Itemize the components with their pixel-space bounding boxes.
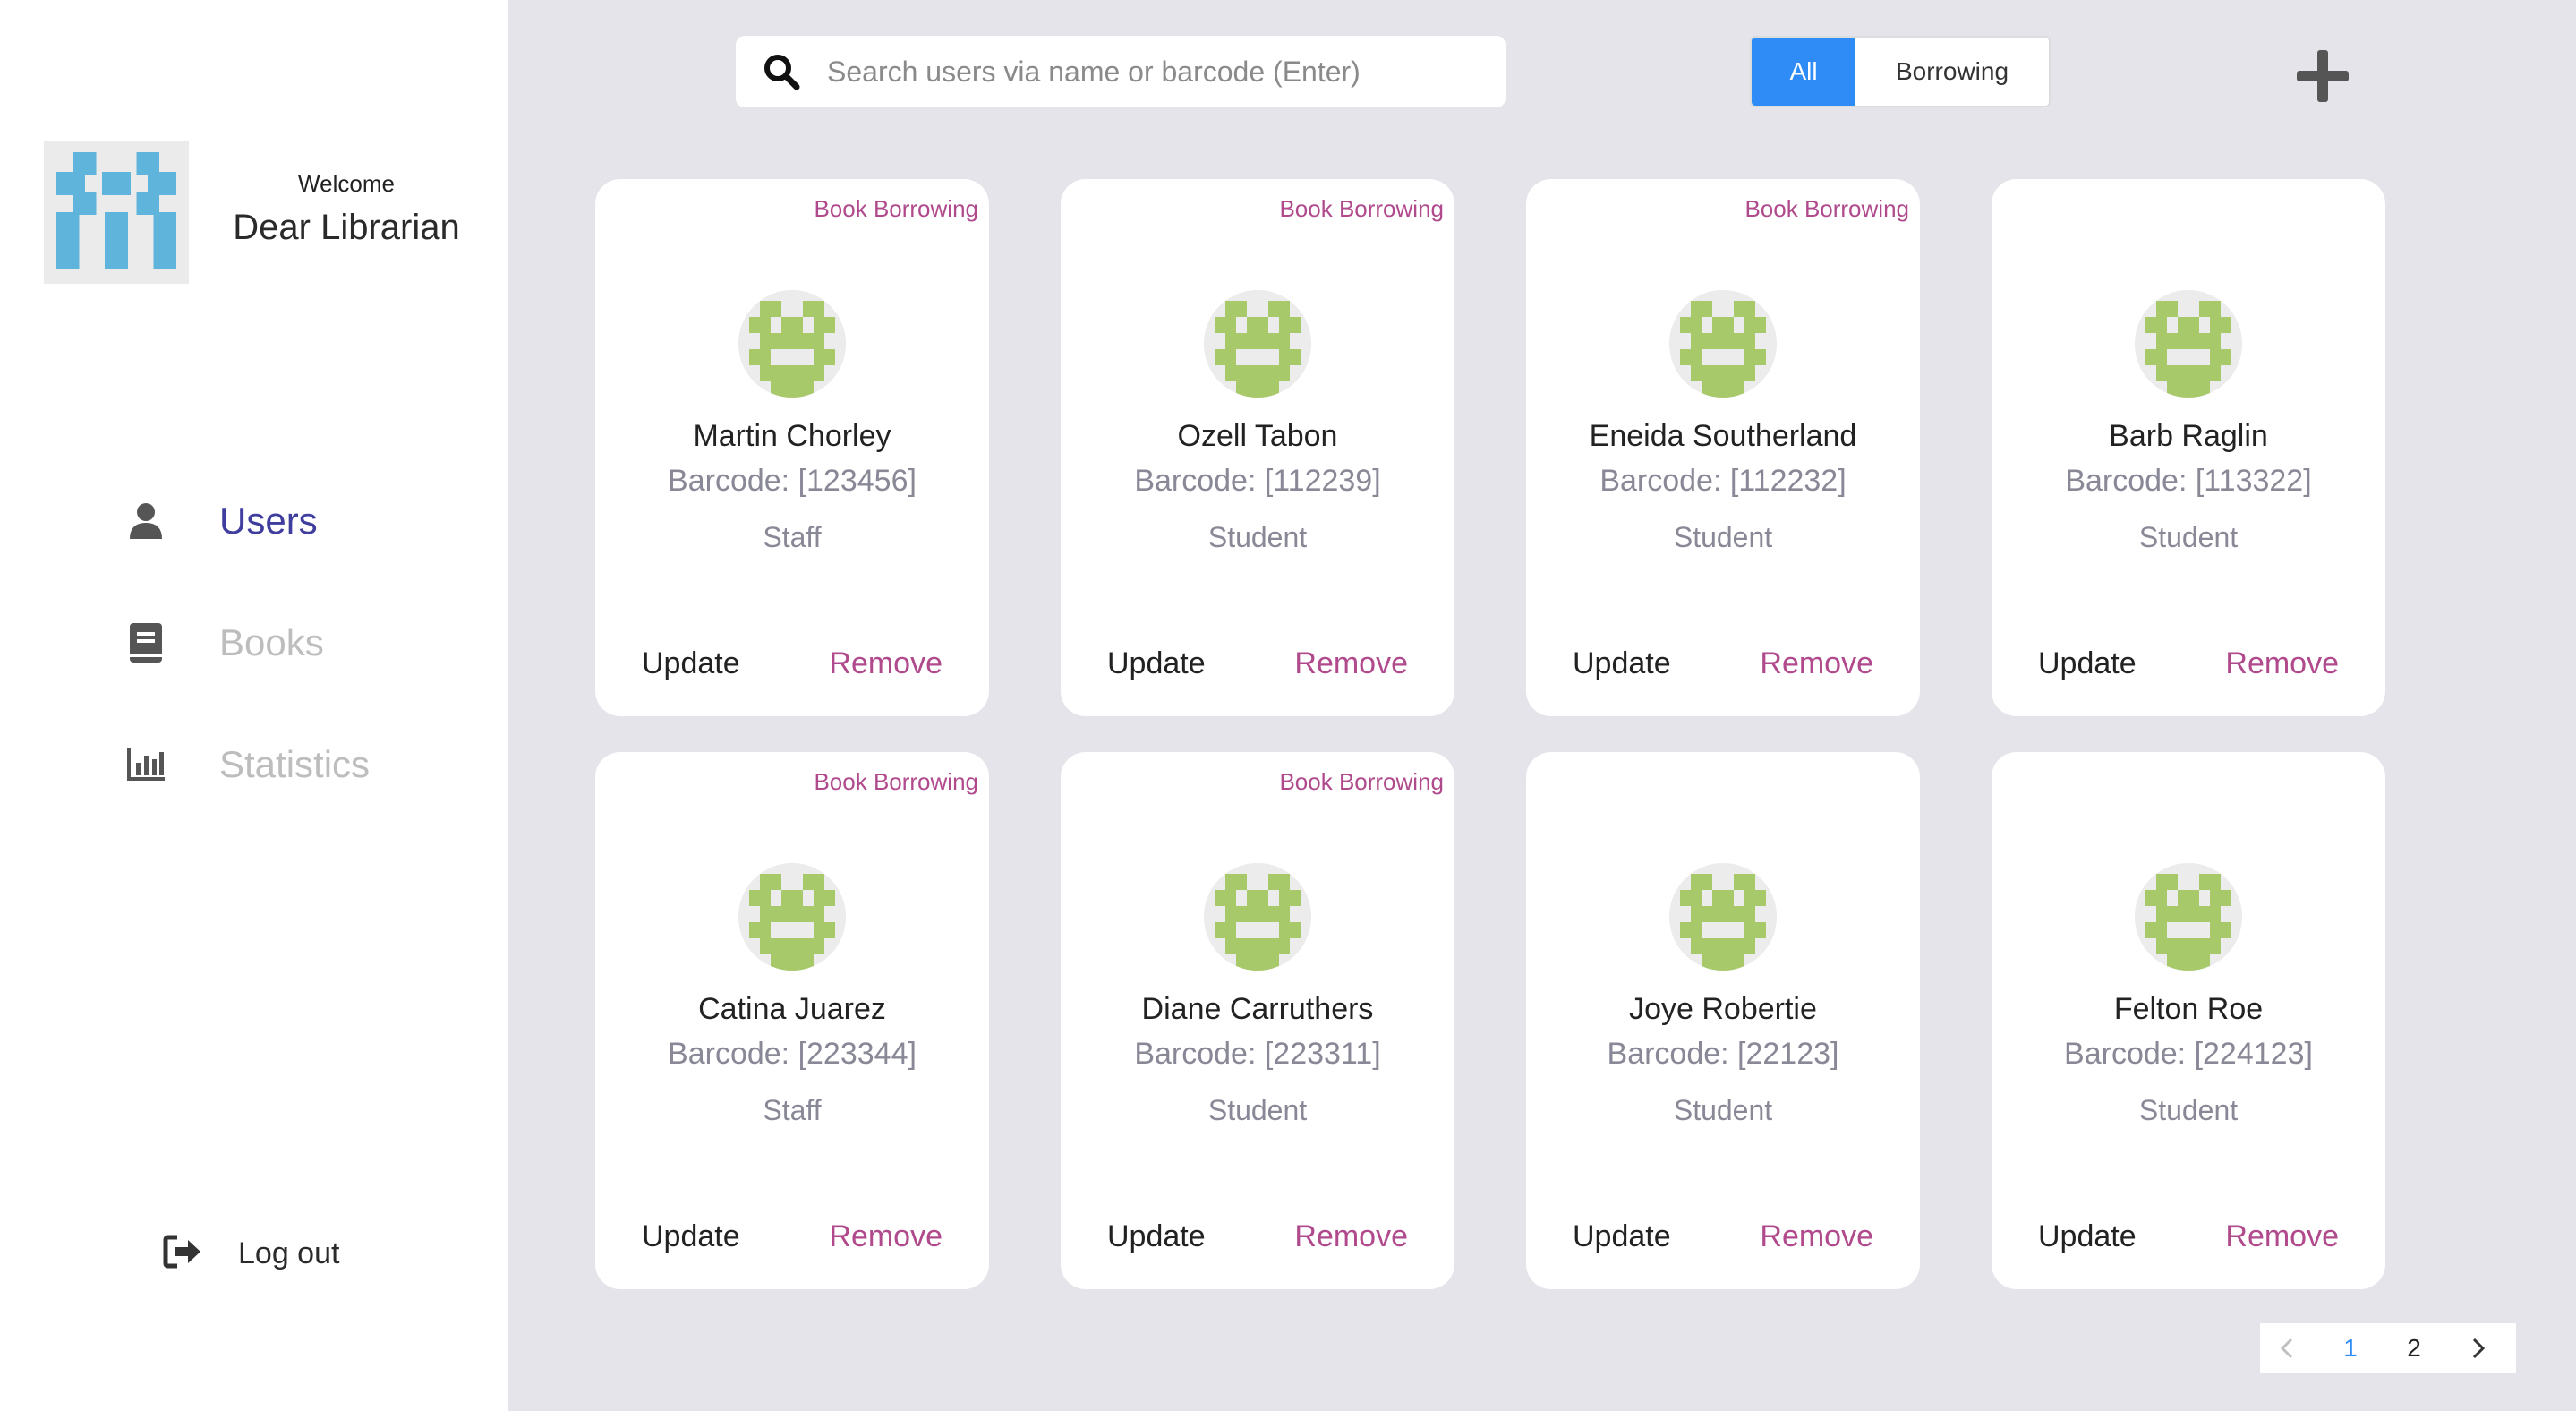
filter-borrowing-button[interactable]: Borrowing bbox=[1855, 38, 2049, 106]
update-button[interactable]: Update bbox=[1107, 1219, 1206, 1254]
bar-chart-icon bbox=[125, 744, 166, 785]
search-icon[interactable] bbox=[761, 51, 802, 92]
user-name: Martin Chorley bbox=[693, 419, 891, 453]
remove-button[interactable]: Remove bbox=[2225, 646, 2339, 681]
logout-icon bbox=[163, 1235, 202, 1273]
update-button[interactable]: Update bbox=[642, 646, 740, 681]
update-button[interactable]: Update bbox=[1107, 646, 1206, 681]
remove-button[interactable]: Remove bbox=[2225, 1219, 2339, 1254]
sidebar-item-label: Users bbox=[219, 500, 318, 542]
borrowing-badge: Book Borrowing bbox=[814, 768, 978, 795]
chevron-left-icon[interactable] bbox=[2260, 1323, 2314, 1373]
sidebar-item-users[interactable]: Users bbox=[125, 494, 465, 548]
user-name: Felton Roe bbox=[2113, 992, 2264, 1026]
update-button[interactable]: Update bbox=[2038, 646, 2137, 681]
remove-button[interactable]: Remove bbox=[1760, 646, 1873, 681]
user-avatar bbox=[1669, 290, 1777, 398]
user-name: Ozell Tabon bbox=[1177, 419, 1338, 453]
update-button[interactable]: Update bbox=[2038, 1219, 2137, 1254]
user-role: Student bbox=[1673, 521, 1773, 553]
user-card: Book Borrowing Martin Chorley Barcode: [12… bbox=[595, 179, 989, 716]
user-card: Book Borrowing Diane Carruthers Barcode: [… bbox=[1061, 752, 1454, 1289]
pagination: 1 2 bbox=[2260, 1323, 2516, 1373]
user-card: Book Borrowing Eneida Southerland Barcode:… bbox=[1526, 179, 1920, 716]
user-role: Student bbox=[2138, 1094, 2239, 1126]
user-avatar bbox=[1204, 863, 1311, 971]
update-button[interactable]: Update bbox=[1573, 1219, 1671, 1254]
user-barcode: Barcode: [223311] bbox=[1134, 1037, 1381, 1071]
user-role: Staff bbox=[763, 1094, 822, 1126]
user-name: Dear Librarian bbox=[233, 208, 460, 247]
remove-button[interactable]: Remove bbox=[829, 1219, 943, 1254]
page-2-button[interactable]: 2 bbox=[2387, 1323, 2441, 1373]
page-1-button[interactable]: 1 bbox=[2314, 1323, 2387, 1373]
user-role: Staff bbox=[763, 521, 822, 553]
remove-button[interactable]: Remove bbox=[1294, 1219, 1408, 1254]
sidebar-item-books[interactable]: Books bbox=[125, 616, 465, 670]
user-name: Joye Robertie bbox=[1629, 992, 1817, 1026]
user-role: Student bbox=[1673, 1094, 1773, 1126]
user-card: Felton Roe Barcode: [224123] Student Update… bbox=[1992, 752, 2385, 1289]
plus-icon bbox=[2297, 50, 2349, 102]
sidebar-item-label: Statistics bbox=[219, 743, 371, 785]
user-icon bbox=[125, 500, 166, 542]
logout-button[interactable]: Log out bbox=[163, 1228, 339, 1278]
user-name: Eneida Southerland bbox=[1589, 419, 1857, 453]
user-role: Student bbox=[2138, 521, 2239, 553]
remove-button[interactable]: Remove bbox=[1760, 1219, 1873, 1254]
user-barcode: Barcode: [112239] bbox=[1134, 464, 1381, 498]
user-card: Book Borrowing Ozell Tabon Barcode: [11223… bbox=[1061, 179, 1454, 716]
filter-toggle: All Borrowing bbox=[1750, 36, 2051, 107]
update-button[interactable]: Update bbox=[642, 1219, 740, 1254]
logout-label: Log out bbox=[238, 1236, 340, 1270]
user-name: Barb Raglin bbox=[2109, 419, 2268, 453]
borrowing-badge: Book Borrowing bbox=[814, 195, 978, 222]
user-barcode: Barcode: [223344] bbox=[668, 1037, 917, 1071]
remove-button[interactable]: Remove bbox=[1294, 646, 1408, 681]
filter-all-button[interactable]: All bbox=[1752, 38, 1855, 106]
user-avatar bbox=[2135, 863, 2242, 971]
welcome-text: Welcome bbox=[298, 170, 395, 197]
user-avatar bbox=[1669, 863, 1777, 971]
user-card: Barb Raglin Barcode: [113322] Student Updat… bbox=[1992, 179, 2385, 716]
user-avatar bbox=[738, 290, 846, 398]
add-user-button[interactable] bbox=[2293, 47, 2352, 106]
user-role: Student bbox=[1207, 1094, 1308, 1126]
chevron-right-icon[interactable] bbox=[2441, 1323, 2516, 1373]
user-barcode: Barcode: [22123] bbox=[1607, 1037, 1839, 1071]
user-card: Joye Robertie Barcode: [22123] Student Upda… bbox=[1526, 752, 1920, 1289]
user-name: Diane Carruthers bbox=[1141, 992, 1374, 1026]
user-card: Book Borrowing Catina Juarez Barcode: [223… bbox=[595, 752, 989, 1289]
user-barcode: Barcode: [112232] bbox=[1599, 464, 1847, 498]
sidebar-item-statistics[interactable]: Statistics bbox=[125, 738, 465, 791]
user-barcode: Barcode: [113322] bbox=[2065, 464, 2312, 498]
librarian-avatar bbox=[44, 141, 189, 284]
update-button[interactable]: Update bbox=[1573, 646, 1671, 681]
user-name: Catina Juarez bbox=[698, 992, 886, 1026]
user-role: Student bbox=[1207, 521, 1308, 553]
search-bar bbox=[736, 36, 1506, 107]
user-barcode: Barcode: [224123] bbox=[2064, 1037, 2313, 1071]
user-avatar bbox=[738, 863, 846, 971]
sidebar-item-label: Books bbox=[219, 621, 324, 663]
search-input[interactable] bbox=[827, 55, 1489, 89]
remove-button[interactable]: Remove bbox=[829, 646, 943, 681]
sidebar: Welcome Dear Librarian Users Books Stati… bbox=[0, 0, 508, 1411]
book-icon bbox=[125, 622, 166, 663]
user-barcode: Barcode: [123456] bbox=[668, 464, 917, 498]
borrowing-badge: Book Borrowing bbox=[1744, 195, 1909, 222]
borrowing-badge: Book Borrowing bbox=[1279, 195, 1444, 222]
borrowing-badge: Book Borrowing bbox=[1279, 768, 1444, 795]
user-avatar bbox=[1204, 290, 1311, 398]
user-avatar bbox=[2135, 290, 2242, 398]
